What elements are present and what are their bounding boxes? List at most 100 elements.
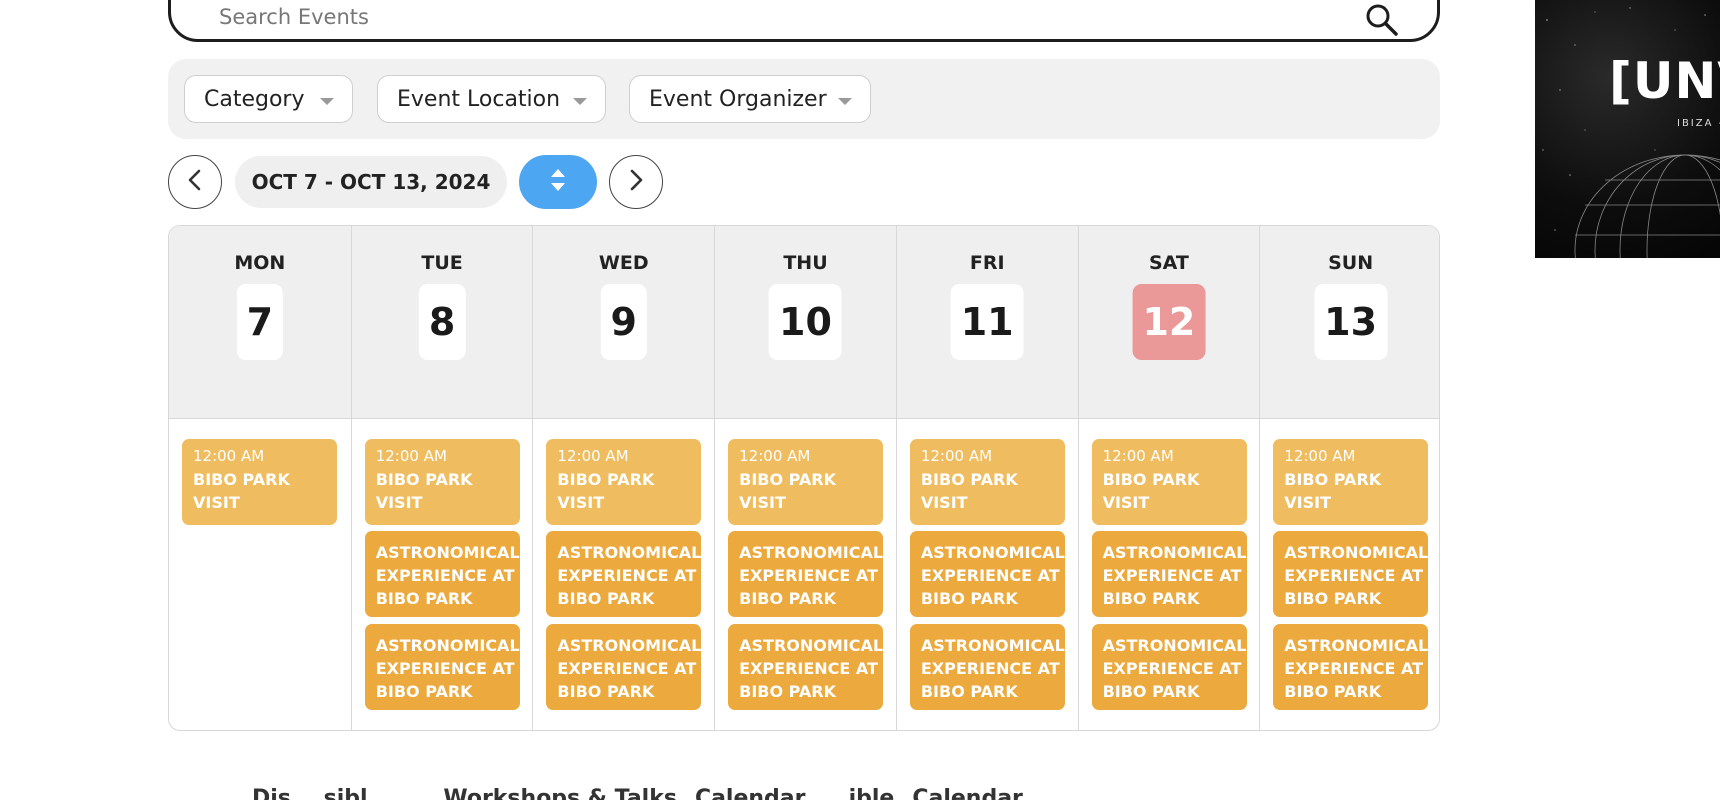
day-name: THU <box>783 252 828 274</box>
day-number[interactable]: 13 <box>1314 284 1388 360</box>
promo-title: [UNV <box>1609 52 1720 110</box>
bottom-links: Dis... sibl... ... Workshops & Talks Calen… <box>252 786 1084 800</box>
day-name: WED <box>598 252 649 274</box>
event-title: BIBO PARK VISIT <box>557 470 655 512</box>
event-item[interactable]: ASTRONOMICAL EXPERIENCE AT BIBO PARK <box>1273 624 1429 710</box>
chevron-left-icon <box>185 168 205 196</box>
chevron-down-icon <box>573 98 587 105</box>
promo-subtitle: IBIZA - <box>1677 118 1720 129</box>
event-time: 12:00 AM <box>557 447 629 465</box>
day-number[interactable]: 11 <box>950 284 1024 360</box>
event-title: BIBO PARK VISIT <box>1102 470 1200 512</box>
search-icon[interactable] <box>1365 3 1399 37</box>
event-title: ASTRONOMICAL EXPERIENCE AT BIBO PARK <box>375 636 520 701</box>
day-header: SUN 13 <box>1260 226 1439 419</box>
day-number-today[interactable]: 12 <box>1132 284 1206 360</box>
day-column: FRI 11 12:00 AM BIBO PARK VISIT ASTRONOMICAL… <box>895 226 1078 730</box>
event-item[interactable]: 12:00 AM BIBO PARK VISIT <box>182 439 337 525</box>
event-title: BIBO PARK VISIT <box>1284 470 1382 512</box>
day-header: TUE 8 <box>351 226 533 419</box>
event-time: 12:00 AM <box>193 447 265 465</box>
event-item[interactable]: 12:00 AM BIBO PARK VISIT <box>1273 439 1429 525</box>
event-item[interactable]: ASTRONOMICAL EXPERIENCE AT BIBO PARK <box>728 531 884 617</box>
event-title: ASTRONOMICAL EXPERIENCE AT BIBO PARK <box>739 636 884 701</box>
day-column: MON 7 12:00 AM BIBO PARK VISIT <box>169 226 351 730</box>
chevron-down-icon <box>320 98 334 105</box>
event-item[interactable]: ASTRONOMICAL EXPERIENCE AT BIBO PARK <box>909 531 1065 617</box>
event-item[interactable]: ASTRONOMICAL EXPERIENCE AT BIBO PARK <box>364 624 520 710</box>
chevron-right-icon <box>626 168 646 196</box>
week-calendar: MON 7 12:00 AM BIBO PARK VISIT TUE 8 12:00 AM B… <box>168 225 1440 731</box>
event-title: BIBO PARK VISIT <box>739 470 837 512</box>
day-number[interactable]: 9 <box>600 284 647 360</box>
day-number[interactable]: 7 <box>236 284 284 360</box>
day-column: SAT 12 12:00 AM BIBO PARK VISIT ASTRONOMICAL… <box>1077 226 1260 730</box>
event-title: ASTRONOMICAL EXPERIENCE AT BIBO PARK <box>920 636 1065 701</box>
search-bar <box>168 0 1440 42</box>
event-item[interactable]: 12:00 AM BIBO PARK VISIT <box>728 439 884 525</box>
event-time: 12:00 AM <box>920 447 993 465</box>
event-item[interactable]: ASTRONOMICAL EXPERIENCE AT BIBO PARK <box>1091 531 1247 617</box>
event-title: BIBO PARK VISIT <box>193 470 290 512</box>
day-column: SUN 13 12:00 AM BIBO PARK VISIT ASTRONOMICAL… <box>1259 226 1439 730</box>
category-filter-label: Category <box>204 87 305 112</box>
event-title: ASTRONOMICAL EXPERIENCE AT BIBO PARK <box>557 636 702 701</box>
bottom-link[interactable]: ... <box>1041 786 1066 800</box>
day-column: WED 9 12:00 AM BIBO PARK VISIT ASTRONOMICAL … <box>532 226 715 730</box>
bottom-link[interactable]: Dis... sibl... ... <box>252 786 425 800</box>
event-time: 12:00 AM <box>1284 447 1356 465</box>
day-name: FRI <box>969 252 1005 274</box>
event-title: ASTRONOMICAL EXPERIENCE AT BIBO PARK <box>1284 636 1429 701</box>
bottom-link[interactable]: ...ible <box>824 786 895 800</box>
sort-icon <box>549 167 567 197</box>
event-item[interactable]: ASTRONOMICAL EXPERIENCE AT BIBO PARK <box>1091 624 1247 710</box>
event-title: ASTRONOMICAL EXPERIENCE AT BIBO PARK <box>1102 543 1247 608</box>
view-toggle-button[interactable] <box>519 155 597 209</box>
day-header: FRI 11 <box>896 226 1078 419</box>
event-title: BIBO PARK VISIT <box>375 470 473 512</box>
day-column: TUE 8 12:00 AM BIBO PARK VISIT ASTRONOMICAL … <box>350 226 533 730</box>
event-item[interactable]: ASTRONOMICAL EXPERIENCE AT BIBO PARK <box>546 531 702 617</box>
event-item[interactable]: ASTRONOMICAL EXPERIENCE AT BIBO PARK <box>728 624 884 710</box>
promo-image[interactable]: [UNV IBIZA - <box>1535 0 1720 258</box>
day-header: WED 9 <box>533 226 715 419</box>
event-item[interactable]: 12:00 AM BIBO PARK VISIT <box>546 439 702 525</box>
day-column: THU 10 12:00 AM BIBO PARK VISIT ASTRONOMICAL… <box>714 226 896 730</box>
bottom-link[interactable]: Calendar <box>695 786 806 800</box>
event-time: 12:00 AM <box>1102 447 1174 465</box>
day-number[interactable]: 10 <box>769 284 842 360</box>
day-name: SUN <box>1328 252 1374 274</box>
event-organizer-filter[interactable]: Event Organizer <box>629 75 871 123</box>
filter-bar: Category Event Location Event Organizer <box>168 59 1440 139</box>
event-title: BIBO PARK VISIT <box>920 470 1018 512</box>
event-item[interactable]: ASTRONOMICAL EXPERIENCE AT BIBO PARK <box>1273 531 1429 617</box>
previous-week-button[interactable] <box>168 155 222 209</box>
day-number[interactable]: 8 <box>418 284 466 360</box>
day-header: MON 7 <box>169 226 351 419</box>
next-week-button[interactable] <box>609 155 663 209</box>
event-organizer-filter-label: Event Organizer <box>649 87 827 112</box>
event-item[interactable]: ASTRONOMICAL EXPERIENCE AT BIBO PARK <box>909 624 1065 710</box>
event-item[interactable]: ASTRONOMICAL EXPERIENCE AT BIBO PARK <box>364 531 520 617</box>
search-input[interactable] <box>219 5 1319 29</box>
event-item[interactable]: 12:00 AM BIBO PARK VISIT <box>1091 439 1247 525</box>
event-location-filter-label: Event Location <box>397 87 561 112</box>
event-item[interactable]: ASTRONOMICAL EXPERIENCE AT BIBO PARK <box>546 624 702 710</box>
bottom-link[interactable]: Workshops & Talks <box>443 786 677 800</box>
event-title: ASTRONOMICAL EXPERIENCE AT BIBO PARK <box>739 543 884 608</box>
event-time: 12:00 AM <box>739 447 811 465</box>
event-location-filter[interactable]: Event Location <box>377 75 606 123</box>
event-title: ASTRONOMICAL EXPERIENCE AT BIBO PARK <box>1102 636 1247 701</box>
event-title: ASTRONOMICAL EXPERIENCE AT BIBO PARK <box>557 543 702 608</box>
bottom-link[interactable]: Calendar <box>912 786 1023 800</box>
event-time: 12:00 AM <box>375 447 447 465</box>
day-name: SAT <box>1148 252 1189 274</box>
chevron-down-icon <box>838 98 852 105</box>
day-header: THU 10 <box>715 226 896 419</box>
date-range-label: OCT 7 - OCT 13, 2024 <box>235 156 507 208</box>
day-name: MON <box>234 252 286 274</box>
event-item[interactable]: 12:00 AM BIBO PARK VISIT <box>909 439 1065 525</box>
event-title: ASTRONOMICAL EXPERIENCE AT BIBO PARK <box>375 543 520 608</box>
event-item[interactable]: 12:00 AM BIBO PARK VISIT <box>364 439 520 525</box>
category-filter[interactable]: Category <box>184 75 353 123</box>
